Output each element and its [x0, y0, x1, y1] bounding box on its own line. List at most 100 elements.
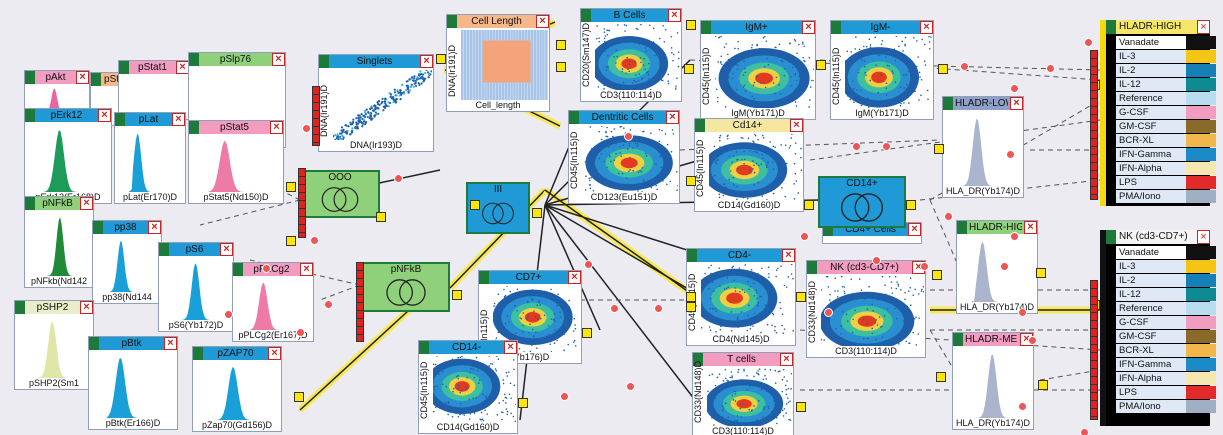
close-icon[interactable]: ×: [172, 113, 185, 126]
node-handle[interactable]: [447, 15, 457, 28]
link-marker-icon[interactable]: [624, 132, 633, 141]
connector-port[interactable]: [804, 200, 814, 210]
connector-port[interactable]: [796, 402, 806, 412]
link-marker-icon[interactable]: [882, 142, 891, 151]
plot-tcells[interactable]: T cells × CD3(110:114)D CD33(Nd148)D: [692, 352, 794, 435]
close-icon[interactable]: ×: [300, 263, 313, 276]
gate-cd14pg[interactable]: CD14+: [818, 176, 906, 228]
plot-hladrhigh2[interactable]: HLADR-HIGH×HLA_DR(Yb174)D: [956, 220, 1038, 314]
plot-pNFkBp[interactable]: pNFkB × pNFkb(Nd142: [24, 196, 94, 288]
close-icon[interactable]: ×: [98, 109, 111, 122]
plot-pStat5[interactable]: pStat5 × pStat5(Nd150)D: [188, 120, 284, 204]
connector-port[interactable]: [532, 208, 542, 218]
link-marker-icon[interactable]: [1028, 336, 1037, 345]
gate-ooo[interactable]: OOO: [300, 170, 380, 218]
close-icon[interactable]: ×: [1197, 20, 1210, 34]
port-stack[interactable]: [1090, 50, 1098, 200]
close-icon[interactable]: ×: [668, 9, 681, 22]
node-handle[interactable]: [91, 73, 101, 86]
close-icon[interactable]: ×: [420, 55, 433, 68]
close-icon[interactable]: ×: [270, 121, 283, 134]
link-marker-icon[interactable]: [324, 300, 333, 309]
link-marker-icon[interactable]: [1080, 428, 1089, 435]
link-marker-icon[interactable]: [1006, 150, 1015, 159]
plot-pSHP2[interactable]: pSHP2 × pSHP2(Sm1: [14, 300, 94, 390]
plot-pLat[interactable]: pLat × pLat(Er170)D: [114, 112, 186, 204]
connector-port[interactable]: [294, 392, 304, 402]
close-icon[interactable]: ×: [164, 337, 177, 350]
plot-pErk12[interactable]: pErk12×pErk12(Er168)D: [24, 108, 112, 204]
connector-port[interactable]: [1038, 380, 1048, 390]
plot-pStat1[interactable]: pStat1 ×: [118, 60, 190, 120]
plot-celllength[interactable]: Cell Length × Cell_length DNA(Ir191)D: [446, 14, 550, 112]
node-handle[interactable]: [25, 109, 35, 122]
gate-pnfkbg[interactable]: pNFkB: [362, 262, 450, 312]
link-marker-icon[interactable]: [296, 328, 305, 337]
connector-port[interactable]: [286, 236, 296, 246]
node-handle[interactable]: [1106, 230, 1116, 244]
node-handle[interactable]: [89, 337, 99, 350]
node-handle[interactable]: [701, 21, 711, 34]
close-icon[interactable]: ×: [568, 271, 581, 284]
link-marker-icon[interactable]: [610, 304, 619, 313]
link-marker-icon[interactable]: [1018, 308, 1027, 317]
link-marker-icon[interactable]: [584, 260, 593, 269]
close-icon[interactable]: ×: [1024, 221, 1037, 234]
connector-port[interactable]: [556, 40, 566, 50]
node-handle[interactable]: [479, 271, 489, 284]
plot-cd14m[interactable]: CD14- × CD14(Gd160)D CD45(In115)D: [418, 340, 518, 434]
plot-pZAP70[interactable]: pZAP70 × pZap70(Gd156)D: [192, 346, 282, 432]
node-handle[interactable]: [831, 21, 841, 34]
connector-port[interactable]: [452, 290, 462, 300]
link-marker-icon[interactable]: [302, 124, 311, 133]
connector-port[interactable]: [934, 144, 944, 154]
link-marker-icon[interactable]: [654, 304, 663, 313]
close-icon[interactable]: ×: [76, 71, 89, 84]
plot-cd4m[interactable]: CD4-×CD4(Nd145)DCD45(In115)D: [686, 248, 796, 346]
plot-singlets[interactable]: Singlets × DNA(Ir193)D DNA(Ir191)D: [318, 54, 434, 152]
node-handle[interactable]: [115, 113, 125, 126]
connector-port[interactable]: [686, 176, 696, 186]
node-handle[interactable]: [1106, 20, 1116, 34]
plot-hladrmed[interactable]: HLADR-MED×HLA_DR(Yb174)D: [952, 332, 1034, 430]
link-marker-icon[interactable]: [310, 236, 319, 245]
plot-hladrlow[interactable]: HLADR-LOW× HLA_DR(Yb174)D: [942, 96, 1024, 198]
node-handle[interactable]: [581, 9, 591, 22]
connector-port[interactable]: [376, 212, 386, 222]
link-marker-icon[interactable]: [1084, 38, 1093, 47]
connector-port[interactable]: [686, 292, 696, 302]
node-handle[interactable]: [93, 221, 103, 234]
close-icon[interactable]: ×: [908, 223, 921, 236]
close-icon[interactable]: ×: [780, 353, 793, 366]
connector-port[interactable]: [556, 62, 566, 72]
link-marker-icon[interactable]: [824, 308, 833, 317]
close-icon[interactable]: ×: [272, 53, 285, 66]
link-marker-icon[interactable]: [394, 174, 403, 183]
plot-pp38[interactable]: pp38 × pp38(Nd144: [92, 220, 162, 304]
link-marker-icon[interactable]: [1010, 84, 1019, 93]
close-icon[interactable]: ×: [80, 197, 93, 210]
link-marker-icon[interactable]: [224, 310, 233, 319]
close-icon[interactable]: ×: [1010, 97, 1023, 110]
node-handle[interactable]: [189, 121, 199, 134]
plot-pBtk[interactable]: pBtk × pBtk(Er166)D: [88, 336, 178, 430]
link-marker-icon[interactable]: [1018, 402, 1027, 411]
link-marker-icon[interactable]: [1046, 64, 1055, 73]
plot-cd14p[interactable]: Cd14+ × CD14(Gd160)D CD45(In115)D: [694, 118, 804, 212]
connector-port[interactable]: [684, 64, 694, 74]
link-marker-icon[interactable]: [872, 256, 881, 265]
link-marker-icon[interactable]: [626, 382, 635, 391]
node-handle[interactable]: [15, 301, 25, 314]
close-icon[interactable]: ×: [790, 119, 803, 132]
close-icon[interactable]: ×: [80, 301, 93, 314]
connector-port[interactable]: [906, 200, 916, 210]
close-icon[interactable]: ×: [666, 111, 679, 124]
node-handle[interactable]: [419, 341, 429, 354]
node-handle[interactable]: [319, 55, 329, 68]
close-icon[interactable]: ×: [536, 15, 549, 28]
node-handle[interactable]: [25, 197, 35, 210]
port-stack[interactable]: [356, 262, 364, 342]
connector-port[interactable]: [816, 60, 826, 70]
node-handle[interactable]: [695, 119, 705, 132]
node-handle[interactable]: [953, 333, 963, 346]
